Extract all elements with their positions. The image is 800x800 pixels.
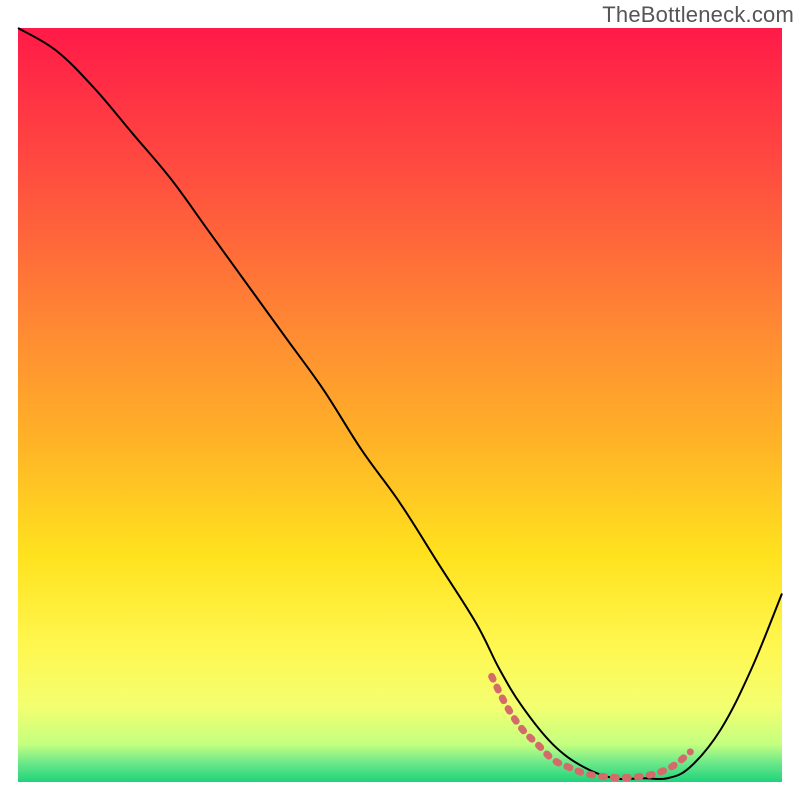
bottleneck-chart xyxy=(0,0,800,800)
watermark-text: TheBottleneck.com xyxy=(602,2,794,28)
plot-background xyxy=(18,28,782,782)
chart-container: TheBottleneck.com xyxy=(0,0,800,800)
